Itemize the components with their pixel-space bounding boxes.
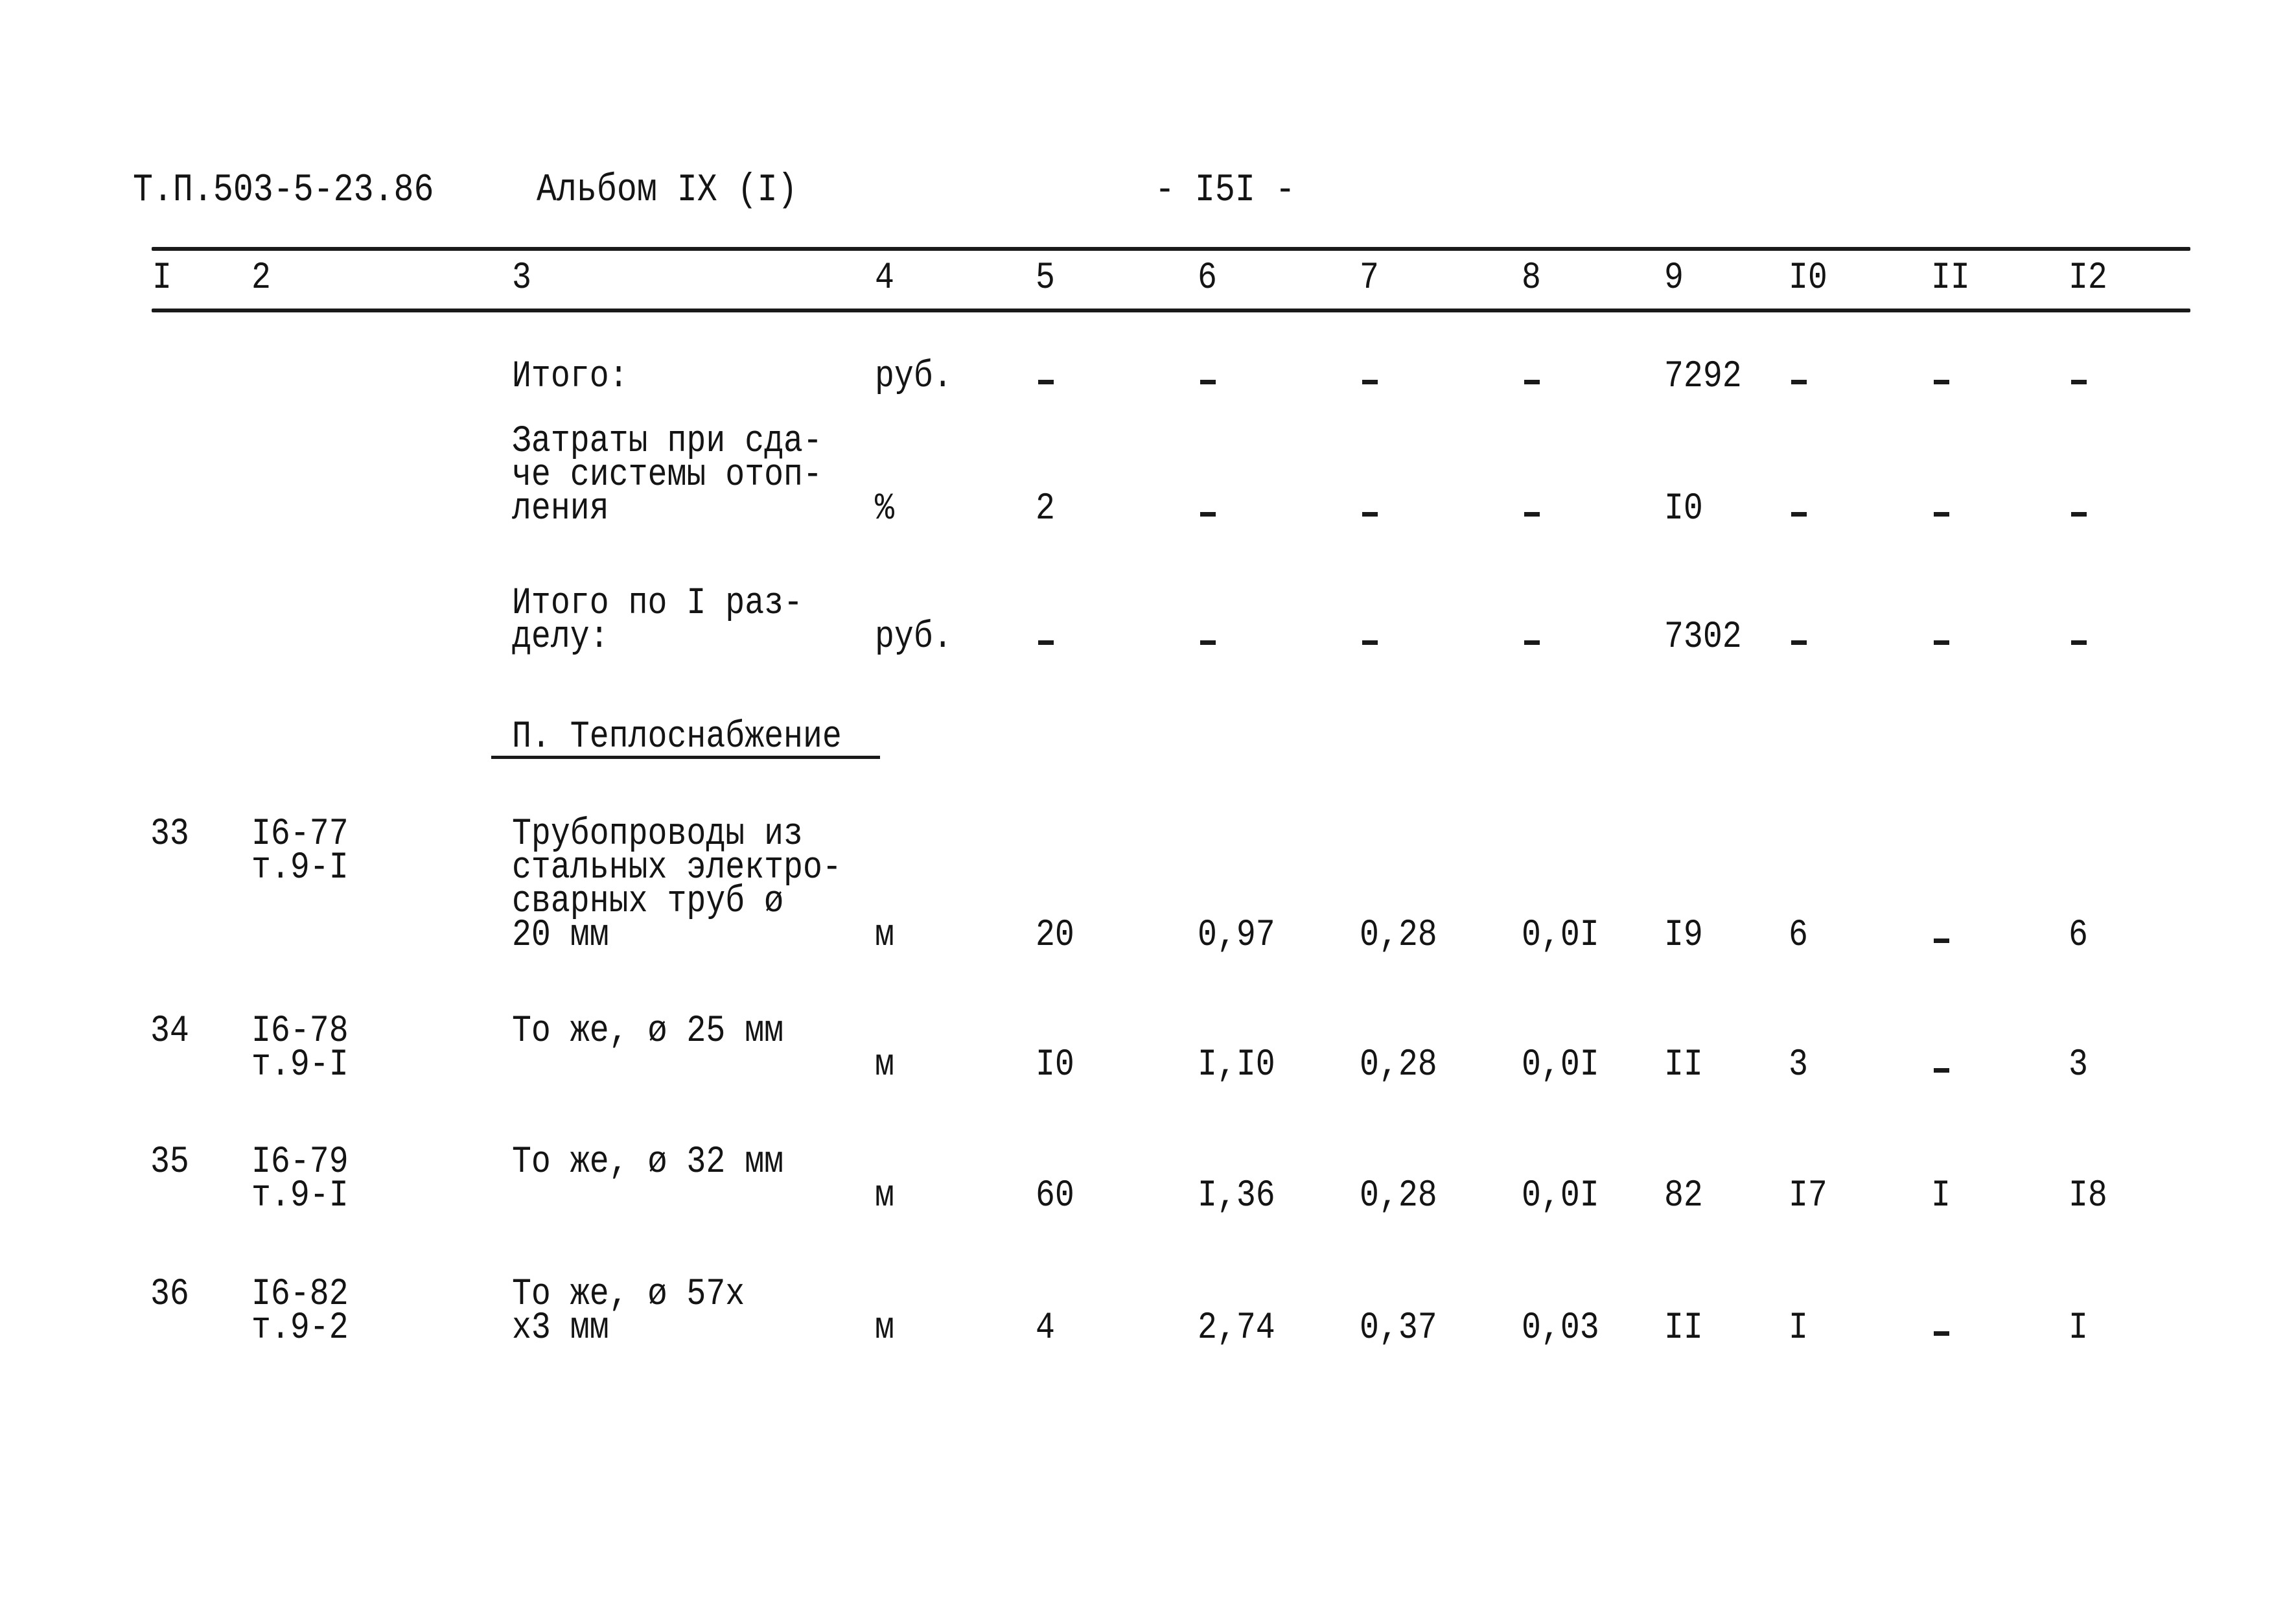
value-col-6: I,I0 xyxy=(1198,1044,1275,1086)
value-col-5: I0 xyxy=(1036,1044,1074,1086)
column-header-10: I0 xyxy=(1789,257,1827,299)
column-header-6: 6 xyxy=(1198,257,1217,299)
row-number: 33 xyxy=(150,813,189,856)
row-number: 36 xyxy=(150,1274,189,1316)
value-col-9: 7292 xyxy=(1664,356,1742,398)
value-col-7-dash xyxy=(1362,512,1378,517)
unit-cell: м xyxy=(875,1175,894,1217)
value-col-6-dash xyxy=(1200,640,1216,645)
value-col-11-dash xyxy=(1934,1331,1949,1336)
value-col-6: 2,74 xyxy=(1198,1307,1275,1349)
value-col-9: II xyxy=(1664,1307,1703,1349)
column-header-2: 2 xyxy=(251,257,271,299)
column-header-12: I2 xyxy=(2069,257,2107,299)
column-header-7: 7 xyxy=(1360,257,1379,299)
value-col-6-dash xyxy=(1200,380,1216,384)
value-col-7: 0,37 xyxy=(1360,1307,1437,1349)
value-col-12: 6 xyxy=(2069,915,2088,957)
value-col-10: I7 xyxy=(1789,1175,1827,1217)
value-col-5: 2 xyxy=(1036,488,1055,530)
value-col-5-dash xyxy=(1038,380,1054,384)
page-number: - I5I - xyxy=(1155,169,1295,213)
value-col-11: I xyxy=(1931,1175,1951,1217)
value-col-9: II xyxy=(1664,1044,1703,1086)
summary-label-line: ления xyxy=(512,488,609,530)
value-col-7: 0,28 xyxy=(1360,1175,1437,1217)
value-col-6-dash xyxy=(1200,512,1216,517)
value-col-8: 0,0I xyxy=(1522,1175,1599,1217)
summary-label-line: делу: xyxy=(512,616,609,658)
value-col-12-dash xyxy=(2071,380,2087,384)
value-col-10: 3 xyxy=(1789,1044,1808,1086)
value-col-7: 0,28 xyxy=(1360,915,1437,957)
value-col-12-dash xyxy=(2071,640,2087,645)
column-header-11: II xyxy=(1931,257,1970,299)
unit-cell: % xyxy=(875,488,894,530)
value-col-8: 0,0I xyxy=(1522,1044,1599,1086)
document-code: Т.П.503-5-23.86 xyxy=(133,169,434,213)
table-top-rule xyxy=(152,247,2190,251)
item-name-line: х3 мм xyxy=(512,1307,609,1349)
value-col-8-dash xyxy=(1524,512,1540,517)
table-header-bottom-rule xyxy=(152,309,2190,312)
norm-code-line: т.9-I xyxy=(251,1175,349,1217)
column-header-4: 4 xyxy=(875,257,894,299)
section-title-underline xyxy=(491,756,880,759)
value-col-12: I8 xyxy=(2069,1175,2107,1217)
unit-cell: м xyxy=(875,1307,894,1349)
value-col-8: 0,0I xyxy=(1522,915,1599,957)
value-col-11-dash xyxy=(1934,1068,1949,1073)
column-header-5: 5 xyxy=(1036,257,1055,299)
value-col-8-dash xyxy=(1524,380,1540,384)
value-col-5: 4 xyxy=(1036,1307,1055,1349)
value-col-9: I9 xyxy=(1664,915,1703,957)
norm-code-line: т.9-2 xyxy=(251,1307,349,1349)
item-name-line: То же, ø 25 мм xyxy=(512,1010,784,1053)
item-name-line: То же, ø 32 мм xyxy=(512,1141,784,1183)
value-col-8-dash xyxy=(1524,640,1540,645)
album-title: Альбом IX (I) xyxy=(537,169,798,213)
value-col-7-dash xyxy=(1362,380,1378,384)
unit-cell: руб. xyxy=(875,616,953,658)
value-col-9: 82 xyxy=(1664,1175,1703,1217)
column-header-9: 9 xyxy=(1664,257,1684,299)
value-col-10: 6 xyxy=(1789,915,1808,957)
value-col-9: I0 xyxy=(1664,488,1703,530)
value-col-10-dash xyxy=(1791,380,1807,384)
column-header-1: I xyxy=(152,257,172,299)
norm-code-line: т.9-I xyxy=(251,847,349,889)
column-header-3: 3 xyxy=(512,257,531,299)
value-col-11-dash xyxy=(1934,512,1949,517)
column-header-8: 8 xyxy=(1522,257,1541,299)
value-col-6: I,36 xyxy=(1198,1175,1275,1217)
value-col-12: 3 xyxy=(2069,1044,2088,1086)
value-col-5: 20 xyxy=(1036,915,1074,957)
value-col-5-dash xyxy=(1038,640,1054,645)
unit-cell: м xyxy=(875,1044,894,1086)
summary-label-line: Итого: xyxy=(512,356,629,398)
row-number: 35 xyxy=(150,1141,189,1183)
value-col-11-dash xyxy=(1934,640,1949,645)
row-number: 34 xyxy=(150,1010,189,1053)
value-col-6: 0,97 xyxy=(1198,915,1275,957)
value-col-12-dash xyxy=(2071,512,2087,517)
value-col-10: I xyxy=(1789,1307,1808,1349)
value-col-11-dash xyxy=(1934,938,1949,943)
value-col-10-dash xyxy=(1791,512,1807,517)
value-col-7: 0,28 xyxy=(1360,1044,1437,1086)
value-col-12: I xyxy=(2069,1307,2088,1349)
value-col-11-dash xyxy=(1934,380,1949,384)
norm-code-line: т.9-I xyxy=(251,1044,349,1086)
value-col-5: 60 xyxy=(1036,1175,1074,1217)
value-col-9: 7302 xyxy=(1664,616,1742,658)
unit-cell: руб. xyxy=(875,356,953,398)
value-col-7-dash xyxy=(1362,640,1378,645)
section-title: П. Теплоснабжение xyxy=(512,716,842,758)
value-col-10-dash xyxy=(1791,640,1807,645)
item-name-line: 20 мм xyxy=(512,915,609,957)
unit-cell: м xyxy=(875,915,894,957)
value-col-8: 0,03 xyxy=(1522,1307,1599,1349)
